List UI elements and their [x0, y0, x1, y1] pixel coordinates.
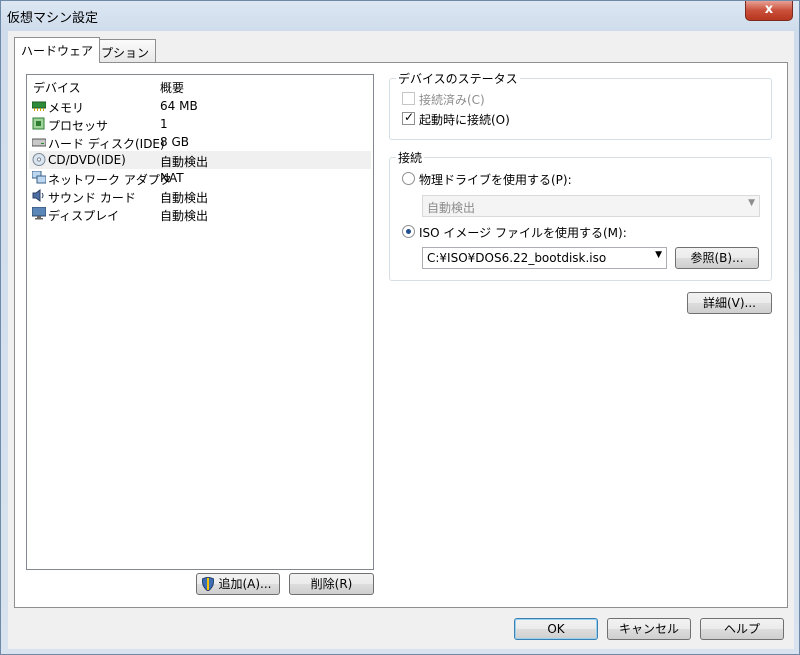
- virtual-machine-settings-window: 仮想マシン設定 x ハードウェア オプション デバイス 概要 メモリ 64 MB: [0, 0, 800, 655]
- physical-drive-value: 自動検出: [427, 201, 476, 215]
- remove-device-button[interactable]: 削除(R): [289, 573, 374, 595]
- device-row-processor[interactable]: プロセッサ 1: [29, 115, 371, 133]
- dialog-body: ハードウェア オプション デバイス 概要 メモリ 64 MB プロセッサ 1 ハ…: [8, 31, 794, 649]
- hardware-tab-panel: デバイス 概要 メモリ 64 MB プロセッサ 1 ハード ディスク(IDE) …: [14, 62, 788, 608]
- connected-checkbox[interactable]: [402, 92, 415, 105]
- device-row-sound-card[interactable]: サウンド カード 自動検出: [29, 187, 371, 205]
- device-summary: 自動検出: [160, 155, 209, 169]
- device-row-memory[interactable]: メモリ 64 MB: [29, 97, 371, 115]
- chevron-down-icon[interactable]: ▼: [655, 250, 662, 260]
- iso-image-path-input[interactable]: C:¥ISO¥DOS6.22_bootdisk.iso ▼: [422, 247, 667, 269]
- add-device-button[interactable]: 追加(A)...: [196, 573, 280, 595]
- device-summary: 1: [160, 117, 168, 131]
- device-status-group: デバイスのステータス 接続済み(C) ✓ 起動時に接続(O): [389, 70, 772, 140]
- physical-drive-label: 物理ドライブを使用する(P):: [419, 173, 572, 187]
- title-bar[interactable]: 仮想マシン設定 x: [1, 1, 799, 31]
- shield-icon: [202, 577, 214, 591]
- device-row-network-adapter[interactable]: ネットワーク アダプタ NAT: [29, 169, 371, 187]
- connect-at-power-on-checkbox[interactable]: ✓: [402, 110, 415, 125]
- chevron-down-icon: ▼: [748, 198, 755, 208]
- checkmark-icon: ✓: [404, 110, 415, 124]
- device-name: メモリ: [48, 101, 85, 115]
- connect-at-power-on-label: 起動時に接続(O): [419, 113, 510, 127]
- sound-card-icon: [32, 189, 46, 202]
- device-name: プロセッサ: [48, 119, 109, 133]
- connection-group: 接続 物理ドライブを使用する(P): 自動検出 ▼ ISO イメージ ファイルを…: [389, 149, 772, 281]
- display-icon: [31, 206, 47, 220]
- cancel-button[interactable]: キャンセル: [607, 618, 691, 640]
- iso-image-path-value: C:¥ISO¥DOS6.22_bootdisk.iso: [427, 251, 607, 265]
- memory-icon: [31, 99, 47, 112]
- column-header-device[interactable]: デバイス: [33, 79, 81, 96]
- hard-disk-icon: [31, 135, 47, 148]
- device-name: CD/DVD(IDE): [48, 153, 126, 167]
- device-summary: 64 MB: [160, 99, 198, 113]
- radio-selected-dot: [406, 229, 411, 234]
- help-button[interactable]: ヘルプ: [700, 618, 784, 640]
- network-adapter-icon: [31, 170, 47, 184]
- device-row-display[interactable]: ディスプレイ 自動検出: [29, 205, 371, 223]
- device-name: ネットワーク アダプタ: [48, 173, 172, 187]
- device-status-title: デバイスのステータス: [396, 70, 520, 87]
- close-icon: x: [764, 2, 774, 17]
- browse-button[interactable]: 参照(B)...: [675, 247, 759, 269]
- add-button-label: 追加(A)...: [218, 577, 272, 591]
- window-title: 仮想マシン設定: [7, 11, 99, 26]
- advanced-button[interactable]: 詳細(V)...: [687, 292, 772, 314]
- physical-drive-radio[interactable]: [402, 172, 415, 185]
- cd-dvd-icon: [32, 153, 46, 166]
- physical-drive-select[interactable]: 自動検出 ▼: [422, 195, 760, 217]
- close-button[interactable]: x: [745, 1, 793, 21]
- tab-hardware[interactable]: ハードウェア: [14, 37, 101, 63]
- device-summary: NAT: [160, 171, 184, 185]
- device-summary: 自動検出: [160, 209, 209, 223]
- processor-icon: [32, 117, 46, 130]
- device-list-header: デバイス 概要: [27, 77, 373, 95]
- device-summary: 自動検出: [160, 191, 209, 205]
- device-list[interactable]: デバイス 概要 メモリ 64 MB プロセッサ 1 ハード ディスク(IDE) …: [26, 74, 374, 570]
- iso-image-radio[interactable]: [402, 225, 415, 238]
- iso-image-label: ISO イメージ ファイルを使用する(M):: [419, 226, 627, 240]
- device-row-hard-disk[interactable]: ハード ディスク(IDE) 8 GB: [29, 133, 371, 151]
- device-name: ハード ディスク(IDE): [48, 137, 165, 151]
- connected-label: 接続済み(C): [419, 93, 485, 107]
- device-summary: 8 GB: [160, 135, 189, 149]
- device-row-cd-dvd[interactable]: CD/DVD(IDE) 自動検出: [29, 151, 371, 169]
- connection-title: 接続: [396, 149, 425, 166]
- device-name: ディスプレイ: [48, 209, 120, 223]
- ok-button[interactable]: OK: [514, 618, 598, 640]
- device-name: サウンド カード: [48, 191, 136, 205]
- column-header-summary[interactable]: 概要: [160, 79, 184, 96]
